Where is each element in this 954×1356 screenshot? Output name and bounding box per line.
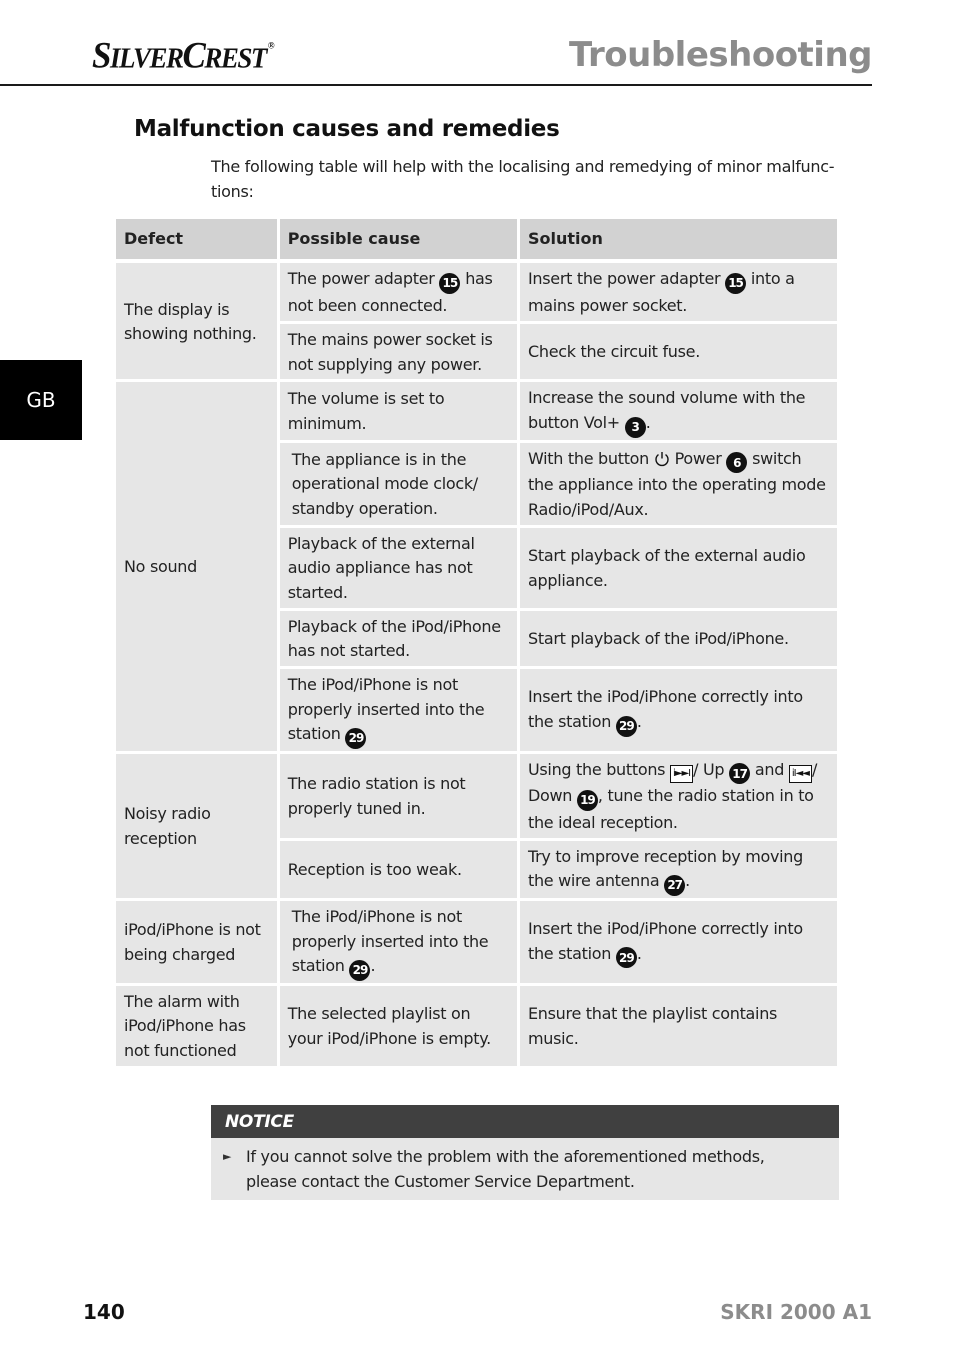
page-number: 140 [83, 1300, 125, 1324]
header-defect: Defect [116, 219, 280, 263]
solution-cell: Insert the iPod/iPhone correctly into th… [519, 900, 837, 986]
cause-cell: Playback of the external audio appliance… [279, 527, 520, 611]
table-header-row: Defect Possible cause Solution [116, 219, 837, 263]
cause-cell: The radio station is not properly tuned … [279, 753, 520, 841]
table-row: The display is showing nothing. The powe… [116, 263, 837, 383]
ref-number-icon: 29 [615, 947, 637, 969]
bullet-arrow-icon: ► [223, 1150, 232, 1163]
notice-title: NOTICE [211, 1105, 839, 1138]
cause-cell: The volume is set to minimum. [279, 382, 520, 443]
ref-number-icon: 17 [729, 763, 751, 785]
defect-cell: No sound [116, 382, 280, 754]
solution-cell: Using the buttons i►►I / Up 17 and iI◄◄ / … [519, 753, 837, 841]
solution-cell: Insert the power adapter 15 into a mains… [519, 263, 837, 324]
skip-back-key-icon: iI◄◄ [788, 764, 812, 783]
table-row: Noisy radio reception The radio station … [116, 753, 837, 901]
solution-cell: Check the circuit fuse. [519, 324, 837, 383]
solution-cell: Start playback of the iPod/iPhone. [519, 610, 837, 670]
header-solution: Solution [519, 219, 837, 263]
ref-number-icon: 27 [664, 874, 686, 896]
cause-cell: The iPod/iPhone is not properly inserted… [279, 669, 520, 754]
defect-cell: The display is showing nothing. [116, 263, 280, 383]
brand-logo: SILVERCREST ® [92, 35, 275, 76]
ref-number-icon: 29 [345, 727, 367, 749]
cause-cell: The iPod/iPhone is not properly inserted… [279, 900, 520, 986]
header-divider [0, 84, 872, 86]
defect-cell: The alarm with iPod/iPhone has not funct… [116, 985, 280, 1066]
solution-cell: Try to improve reception by moving the w… [519, 840, 837, 901]
defect-cell: Noisy radio reception [116, 753, 280, 901]
solution-cell: Start playback of the external audio app… [519, 527, 837, 611]
page-title: Troubleshooting [569, 35, 872, 75]
cause-cell: The mains power socket is not supplying … [279, 324, 520, 383]
solution-cell: Increase the sound volume with the butto… [519, 382, 837, 443]
table-row: The alarm with iPod/iPhone has not funct… [116, 985, 837, 1066]
ref-number-icon: 29 [615, 715, 637, 737]
registered-mark: ® [267, 40, 275, 51]
notice-body: ► If you cannot solve the problem with t… [211, 1138, 839, 1200]
header-possible-cause: Possible cause [279, 219, 520, 263]
defect-cell: iPod/iPhone is not being charged [116, 900, 280, 986]
cause-cell: The selected playlist on your iPod/iPhon… [279, 985, 520, 1066]
ref-number-icon: 3 [624, 416, 646, 438]
notice-box: NOTICE ► If you cannot solve the problem… [211, 1105, 839, 1200]
cause-cell: The power adapter 15 has not been connec… [279, 263, 520, 324]
notice-text: If you cannot solve the problem with the… [246, 1147, 765, 1191]
table-row: iPod/iPhone is not being charged The iPo… [116, 900, 837, 986]
intro-paragraph: The following table will help with the l… [211, 157, 835, 201]
cause-cell: Playback of the iPod/iPhone has not star… [279, 610, 520, 670]
model-number: SKRI 2000 A1 [720, 1300, 872, 1324]
cause-cell: Reception is too weak. [279, 840, 520, 901]
solution-cell: Ensure that the playlist contains music. [519, 985, 837, 1066]
troubleshooting-table: Defect Possible cause Solution The displ… [116, 219, 837, 1066]
ref-number-icon: 6 [726, 452, 748, 474]
skip-forward-key-icon: i►►I [670, 764, 694, 783]
power-icon [654, 450, 670, 466]
solution-cell: Insert the iPod/iPhone correctly into th… [519, 669, 837, 754]
ref-number-icon: 19 [576, 789, 598, 811]
language-label: GB [26, 388, 56, 412]
ref-number-icon: 29 [349, 959, 371, 981]
language-tab: GB [0, 360, 82, 440]
section-title: Malfunction causes and remedies [134, 116, 560, 142]
cause-cell: The appliance is in the operational mode… [279, 442, 520, 528]
table-row: No sound The volume is set to minimum. I… [116, 382, 837, 754]
ref-number-icon: 15 [439, 272, 461, 294]
solution-cell: With the button Power 6 switch the appli… [519, 442, 837, 528]
ref-number-icon: 15 [725, 272, 747, 294]
